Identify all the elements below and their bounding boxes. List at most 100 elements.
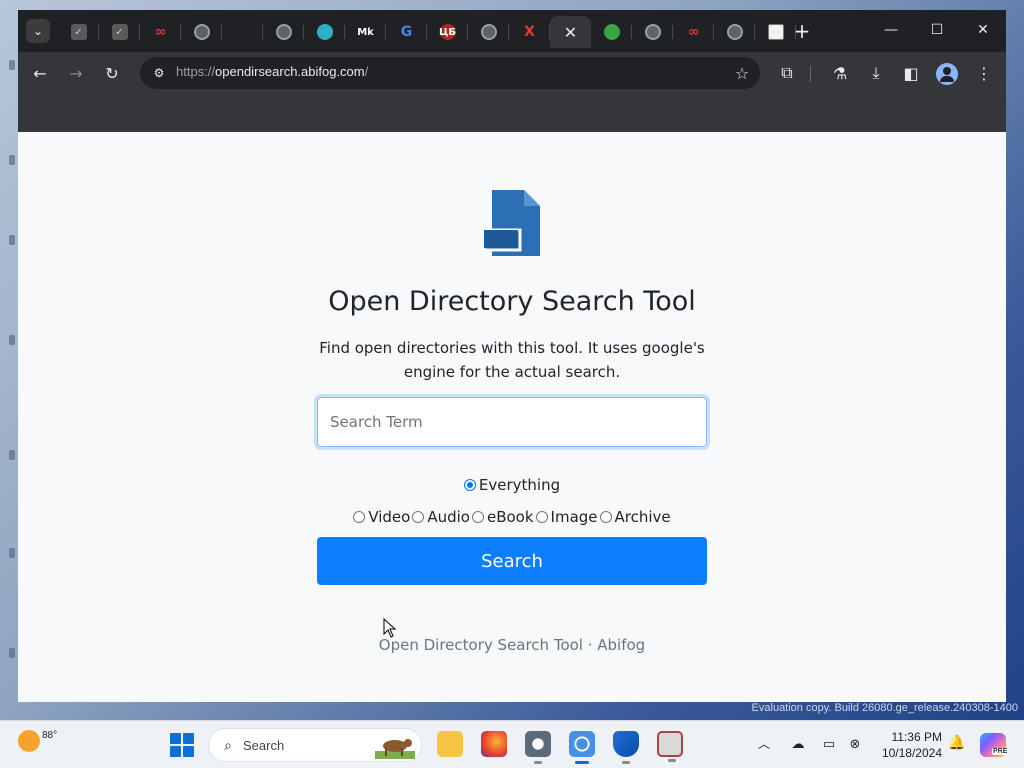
reload-button[interactable]: ↻ xyxy=(99,60,125,86)
radio-button[interactable] xyxy=(412,511,425,523)
radio-group-primary: Everything xyxy=(18,476,1006,495)
extensions-icon[interactable]: ⧉ xyxy=(774,60,800,86)
downloads-icon[interactable]: ⤓ xyxy=(863,60,889,86)
radio-option-everything[interactable]: Everything xyxy=(463,476,561,494)
tab[interactable] xyxy=(222,16,263,48)
tab-search-button[interactable]: ⌄ xyxy=(26,19,50,43)
menu-kebab-icon[interactable]: ⋮ xyxy=(971,60,997,86)
address-url[interactable]: https://opendirsearch.abifog.com/ xyxy=(176,64,368,79)
radio-button[interactable] xyxy=(353,511,366,523)
browser-window: ⌄ ✓ ✓ ∞ Mk G ЦБ X ✕ ∞ + — ☐ ✕ ← → ↻ ⚙ https://op… xyxy=(18,10,1006,702)
maximize-button[interactable]: ☐ xyxy=(914,10,960,50)
desktop-icon-fragment xyxy=(9,60,15,70)
tab[interactable] xyxy=(304,16,345,48)
infinity-icon: ∞ xyxy=(154,24,167,40)
close-window-button[interactable]: ✕ xyxy=(960,10,1006,50)
radio-label: Archive xyxy=(614,508,671,526)
site-info-icon[interactable]: ⚙ xyxy=(150,64,168,82)
radio-label: Audio xyxy=(427,508,470,526)
infinity-icon: ∞ xyxy=(687,24,700,40)
desktop-edge xyxy=(0,0,18,720)
radio-button[interactable] xyxy=(463,479,476,491)
tab[interactable]: G xyxy=(386,16,427,48)
tab[interactable] xyxy=(632,16,673,48)
tab[interactable] xyxy=(714,16,755,48)
chrome-icon[interactable] xyxy=(569,731,595,764)
new-tab-button[interactable]: + xyxy=(790,19,814,43)
file-explorer-icon[interactable] xyxy=(437,731,463,757)
tab[interactable] xyxy=(591,16,632,48)
taskbar-search-box[interactable]: ⌕ Search xyxy=(208,728,422,762)
radio-label: Image xyxy=(550,508,598,526)
radio-option-archive[interactable]: Archive xyxy=(599,508,671,526)
radio-option-video[interactable]: Video xyxy=(353,508,410,526)
radio-label: Video xyxy=(368,508,411,526)
firefox-icon[interactable] xyxy=(481,731,507,757)
tab[interactable]: ЦБ xyxy=(427,16,468,48)
windows-logo-pane xyxy=(170,733,181,744)
back-button[interactable]: ← xyxy=(27,60,53,86)
radio-button[interactable] xyxy=(471,511,484,523)
windows-logo-pane xyxy=(183,733,194,744)
tab[interactable] xyxy=(468,16,509,48)
radio-label: Everything xyxy=(478,476,561,494)
radio-label: eBook xyxy=(486,508,534,526)
toolbar-divider xyxy=(810,66,811,82)
forward-button[interactable]: → xyxy=(63,60,89,86)
radio-button[interactable] xyxy=(599,511,612,523)
radio-option-image[interactable]: Image xyxy=(535,508,598,526)
weather-widget[interactable]: 88° xyxy=(18,730,57,752)
minimize-button[interactable]: — xyxy=(868,10,914,50)
network-disconnected-icon[interactable]: ⊗ xyxy=(846,735,864,753)
tab[interactable]: ✓ xyxy=(58,16,99,48)
radio-option-audio[interactable]: Audio xyxy=(412,508,470,526)
search-term-input[interactable] xyxy=(317,397,707,447)
tab[interactable]: X xyxy=(509,16,550,48)
taskbar-search-label: Search xyxy=(243,738,285,753)
security-shield-icon[interactable] xyxy=(613,731,639,764)
browser-toolbar: ← → ↻ ⚙ https://opendirsearch.abifog.com… xyxy=(18,52,1006,94)
tab[interactable]: ∞ xyxy=(673,16,714,48)
desktop-icon-fragment xyxy=(9,450,15,460)
tab[interactable] xyxy=(181,16,222,48)
tab[interactable]: ✓ xyxy=(99,16,140,48)
radio-option-ebook[interactable]: eBook xyxy=(471,508,534,526)
radio-button[interactable] xyxy=(535,511,548,523)
tray-overflow-chevron-icon[interactable]: ︿ xyxy=(758,735,770,752)
windows-logo-pane xyxy=(170,746,181,757)
start-button[interactable] xyxy=(170,733,194,757)
green-arrow-icon xyxy=(603,24,620,40)
globe-icon xyxy=(480,24,497,40)
x-icon: X xyxy=(524,24,535,40)
cloud-off-icon[interactable]: ☁ xyxy=(789,735,807,753)
evaluation-watermark: Evaluation copy. Build 26080.ge_release.… xyxy=(751,702,1018,714)
tab[interactable] xyxy=(263,16,304,48)
tab[interactable]: Mk xyxy=(345,16,386,48)
clock-time: 11:36 PM xyxy=(891,730,942,744)
notification-bell-icon[interactable]: 🔔 xyxy=(948,735,965,753)
address-bar[interactable]: ⚙ https://opendirsearch.abifog.com/ ☆ xyxy=(140,57,760,89)
system-clock[interactable]: 11:36 PM 10/18/2024 xyxy=(874,729,942,761)
tab[interactable]: ∞ xyxy=(140,16,181,48)
bookmarks-bar xyxy=(18,94,1006,132)
search-button[interactable]: Search xyxy=(317,537,707,585)
display-icon[interactable]: ▭ xyxy=(820,735,838,753)
square-icon xyxy=(767,24,784,40)
side-panel-icon[interactable]: ◧ xyxy=(898,60,924,86)
tab-strip: ⌄ ✓ ✓ ∞ Mk G ЦБ X ✕ ∞ + — ☐ ✕ xyxy=(18,10,1006,52)
profile-avatar-icon[interactable] xyxy=(936,63,958,85)
close-icon[interactable]: ✕ xyxy=(563,23,579,42)
bookmark-star-icon[interactable]: ☆ xyxy=(730,61,754,85)
settings-gear-icon[interactable] xyxy=(525,731,551,764)
copilot-badge: PRE xyxy=(992,748,1009,755)
tab-active[interactable]: ✕ xyxy=(550,16,591,48)
clipboard-app-icon[interactable] xyxy=(657,731,683,762)
search-icon: ⌕ xyxy=(224,738,232,754)
url-path: / xyxy=(364,64,369,79)
globe-icon xyxy=(275,24,292,40)
page-description: Find open directories with this tool. It… xyxy=(319,339,705,381)
labs-flask-icon[interactable]: ⚗ xyxy=(827,60,853,86)
windows-logo-pane xyxy=(183,746,194,757)
windows-taskbar: 88° ⌕ Search ︿ ☁ ▭ ⊗ 11:36 PM 10/18/2024… xyxy=(0,720,1024,768)
blank-icon xyxy=(235,24,251,40)
